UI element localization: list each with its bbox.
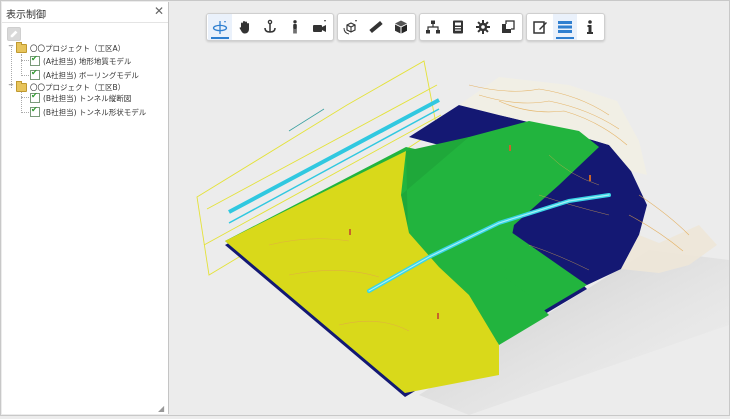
pan-hand-icon[interactable] xyxy=(233,14,257,40)
info-icon[interactable] xyxy=(578,14,602,40)
toolbar-tools-group xyxy=(419,13,523,41)
rotate-icon[interactable] xyxy=(208,14,232,40)
tree-layer-item[interactable]: (B社担当) トンネル縦断図 xyxy=(30,91,132,104)
hierarchy-icon[interactable] xyxy=(421,14,445,40)
tree-layer-item[interactable]: (B社担当) トンネル形状モデル xyxy=(30,105,147,118)
tree-folder-label: 〇〇プロジェクト（工区B） xyxy=(30,82,126,92)
layer-checkbox[interactable] xyxy=(30,54,40,66)
layer-checkbox[interactable] xyxy=(30,105,40,117)
tree-layer-label: (A社担当) ボーリングモデル xyxy=(43,70,139,80)
cube-rotate-icon[interactable] xyxy=(339,14,363,40)
collapse-toggle-icon[interactable]: − xyxy=(7,42,15,50)
tree-layer-label: (B社担当) トンネル形状モデル xyxy=(43,107,147,117)
layer-checkbox[interactable] xyxy=(30,68,40,80)
section-icon[interactable] xyxy=(496,14,520,40)
anchor-icon[interactable] xyxy=(258,14,282,40)
properties-icon[interactable] xyxy=(446,14,470,40)
tree-layer-label: (B社担当) トンネル縦断図 xyxy=(43,93,132,103)
toolbar-model-group xyxy=(337,13,416,41)
display-control-panel: 表示制御 ✕ − 〇〇プロジェクト（工区A） (A社担当) 地形地質モデル xyxy=(2,2,169,414)
toolbar-panel-group xyxy=(526,13,605,41)
ruler-icon[interactable] xyxy=(364,14,388,40)
panel-title: 表示制御 xyxy=(6,10,46,21)
layer-checkbox[interactable] xyxy=(30,91,40,103)
tree-layer-item[interactable]: (A社担当) ボーリングモデル xyxy=(30,68,139,81)
layers-icon[interactable] xyxy=(553,14,577,40)
close-icon[interactable]: ✕ xyxy=(154,4,164,18)
toolbar-navigation-group xyxy=(206,13,334,41)
edit-icon[interactable] xyxy=(7,27,21,41)
tree-layer-item[interactable]: (A社担当) 地形地質モデル xyxy=(30,54,132,67)
3d-viewport[interactable] xyxy=(169,45,729,415)
tree-folder-label: 〇〇プロジェクト（工区A） xyxy=(30,43,126,53)
app-window: 表示制御 ✕ − 〇〇プロジェクト（工区A） (A社担当) 地形地質モデル xyxy=(0,0,730,416)
tree-folder-item[interactable]: 〇〇プロジェクト（工区A） xyxy=(16,41,126,54)
walk-person-icon[interactable] xyxy=(283,14,307,40)
edit-note-icon[interactable] xyxy=(528,14,552,40)
panel-header: 表示制御 ✕ xyxy=(2,2,168,23)
collapse-toggle-icon[interactable]: − xyxy=(7,81,15,89)
cube-icon[interactable] xyxy=(389,14,413,40)
tree-layer-label: (A社担当) 地形地質モデル xyxy=(43,56,132,66)
resize-grip-icon[interactable]: ◢ xyxy=(158,404,164,413)
gear-icon[interactable] xyxy=(471,14,495,40)
camera-icon[interactable] xyxy=(308,14,332,40)
folder-icon xyxy=(16,41,27,53)
folder-icon xyxy=(16,80,27,92)
